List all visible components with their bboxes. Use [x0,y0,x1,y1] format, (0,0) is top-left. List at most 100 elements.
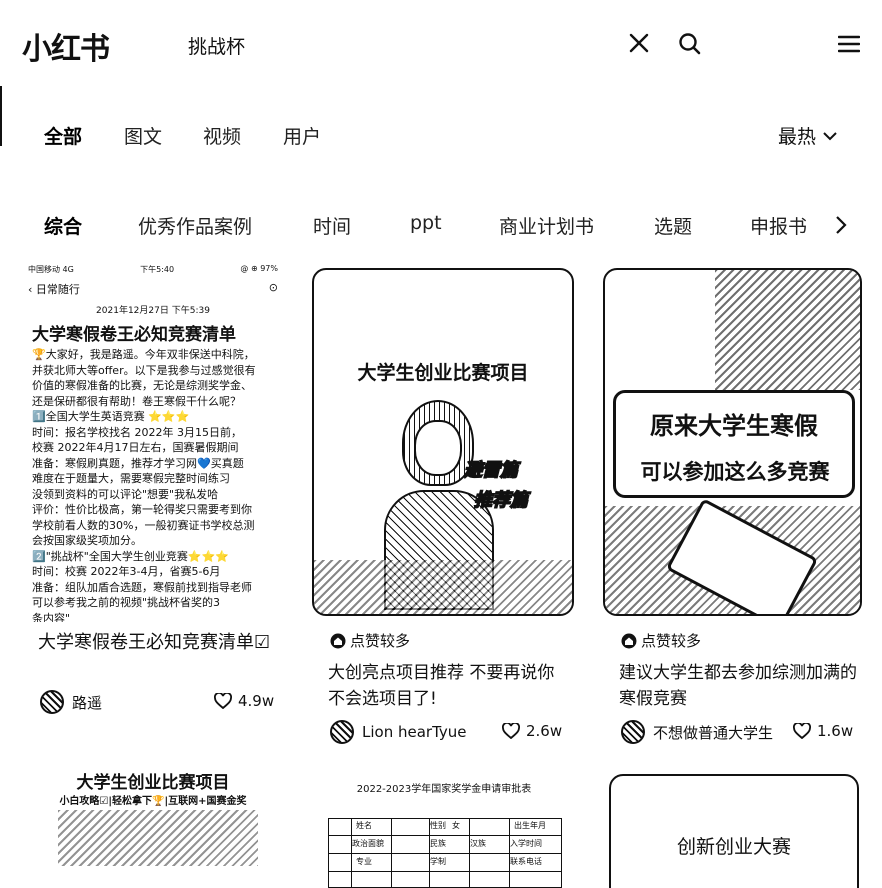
carrier-text: 中国移动 4G [28,265,74,274]
note-date: 2021年12月27日 下午5:39 [96,306,210,316]
note-cover-image[interactable]: 2022-2023学年国家奖学金申请审批表 姓名 性别 女 出生年月 政治面貌 … [318,776,570,888]
note-author[interactable]: Lion hearTyue [330,720,467,744]
like-button[interactable]: 4.9w [214,692,274,710]
note-card[interactable]: 中国移动 4G 下午5:40 @ ⊕ 97% ‹ 日常随行 ⊙ 2021年12月… [22,264,284,724]
note-card[interactable]: 大学生创业比赛项目 避雷篇 推荐篇 点赞较多 大创亮点项目推荐 不要再说你不会选… [312,268,574,748]
chevron-down-icon [823,131,837,140]
note-title[interactable]: 大创亮点项目推荐 不要再说你不会选项目了! [328,660,568,712]
more-icon: ⊙ [268,281,278,294]
cover-title: 大学生创业比赛项目 [76,773,230,793]
heart-icon [214,693,232,709]
sort-dropdown[interactable]: 最热 [778,122,838,149]
cover-body: 🏆大家好，我是路遥。今年双非保送中科院， 并获北师大等offer。以下是我参与过… [22,345,284,622]
form-cell: 姓名 [356,821,372,830]
like-button[interactable]: 2.6w [502,722,562,740]
like-count: 4.9w [238,692,275,710]
app-logo[interactable]: 小红书 [22,24,110,68]
topic-application[interactable]: 申报书 [750,212,807,239]
form-cell: 女 [452,821,460,830]
phone-nav-bar: ‹ 日常随行 ⊙ [22,275,284,297]
topic-business-plan[interactable]: 商业计划书 [499,212,594,239]
author-name: 路遥 [72,693,103,712]
sticker-avoid: 避雷篇 [463,459,519,482]
topic-ppt[interactable]: ppt [410,212,442,234]
form-cell: 联系电话 [510,857,542,866]
note-author[interactable]: 不想做普通大学生 [621,720,773,744]
cover-line: 校赛 2022年4月17日左右，国赛暑假期间 [32,441,239,454]
topic-time[interactable]: 时间 [313,212,351,239]
topic-topic-selection[interactable]: 选题 [654,212,692,239]
poster-line-1: 原来大学生寒假 [650,412,818,440]
form-cell: 入学时间 [510,839,542,848]
cover-line: 🏆大家好，我是路遥。今年双非保送中科院， [32,348,255,361]
like-button[interactable]: 1.6w [793,722,853,740]
hot-badge: 点赞较多 [330,630,410,651]
author-name: Lion hearTyue [362,723,467,741]
note-author[interactable]: 路遥 [40,690,102,714]
top-bar: 小红书 挑战杯 [0,0,882,90]
search-input[interactable]: 挑战杯 [188,32,245,59]
heart-icon [793,723,811,739]
note-card[interactable]: 2022-2023学年国家奖学金申请审批表 姓名 性别 女 出生年月 政治面貌 … [318,776,580,888]
sort-label: 最热 [778,126,817,148]
cover-line: 条内容" [32,611,71,623]
cover-line: 时间：校赛 2022年3-4月，省赛5-6月 [32,565,221,578]
chevron-right-icon[interactable] [830,214,852,236]
heart-icon [502,723,520,739]
note-card[interactable]: 大学生创业比赛项目 小白攻略☑|轻松拿下🏆|互联网+国赛金奖 [22,766,284,888]
form-cell: 性别 [430,821,446,830]
home-icon [330,633,346,648]
cover-line: 评价：性价比极高，第一轮得奖只需要考到你 [32,503,252,516]
cover-line: 1️⃣全国大学生英语竞赛 ⭐⭐⭐ [32,410,190,423]
form-cell: 民族 [430,839,446,848]
form-cell: 专业 [356,857,372,866]
topic-general[interactable]: 综合 [44,212,82,239]
tab-all[interactable]: 全部 [44,122,82,149]
hot-badge: 点赞较多 [621,630,701,651]
back-label-text: 日常随行 [35,283,80,296]
cover-line: 学校前看人数的30%，一般初赛证书学校总测 [32,518,255,532]
cover-title: 大学寒假卷王必知竞赛清单 [32,325,236,345]
poster-line-2: 可以参加这么多竞赛 [640,460,830,484]
form-cell: 汉族 [470,839,486,848]
form-cell: 出生年月 [514,821,546,830]
author-name: 不想做普通大学生 [653,723,774,742]
hot-label: 点赞较多 [641,632,702,650]
laptop-illustration [715,270,860,390]
clock-text: 下午5:40 [140,265,175,274]
cover-line: 可以参考我之前的视频"挑战杯省奖的3 [32,596,221,609]
tab-users[interactable]: 用户 [283,122,321,149]
home-icon [621,633,637,648]
topic-excellent-cases[interactable]: 优秀作品案例 [138,212,252,239]
note-card[interactable]: 原来大学生寒假 可以参加这么多竞赛 点赞较多 建议大学生都去参加综测加满的寒假竞… [603,268,865,748]
note-card[interactable]: 创新创业大赛 [609,774,871,888]
menu-icon[interactable] [838,34,860,54]
cover-line: 难度在于题量大，需要寒假完整时间练习 [32,472,230,485]
close-icon[interactable] [628,32,650,54]
like-count: 2.6w [526,722,563,740]
note-cover-image[interactable]: 原来大学生寒假 可以参加这么多竞赛 [603,268,862,616]
cover-title: 创新创业大赛 [676,836,791,858]
note-cover-image[interactable]: 大学生创业比赛项目 小白攻略☑|轻松拿下🏆|互联网+国赛金奖 [22,766,284,888]
cover-line: 准备：组队加盾合选题，寒假前找到指导老师 [32,580,252,594]
note-cover-image[interactable]: 创新创业大赛 [609,774,859,888]
cover-line: 价值的寒假准备的比赛，无论是综测奖学金、 [32,379,252,392]
note-cover-image[interactable]: 中国移动 4G 下午5:40 @ ⊕ 97% ‹ 日常随行 ⊙ 2021年12月… [22,264,284,622]
back-label: ‹ 日常随行 [28,283,80,296]
cover-line: 没领到资料的可以评论"想要"我私发哈 [32,487,219,501]
form-cell: 学制 [430,857,446,866]
poster-title: 大学生创业比赛项目 [357,362,529,384]
phone-status-bar: 中国移动 4G 下午5:40 @ ⊕ 97% [22,264,284,275]
battery-text: @ ⊕ 97% [240,264,278,273]
topic-filter-bar: 综合 优秀作品案例 时间 ppt 商业计划书 选题 申报书 [0,200,882,248]
note-cover-image[interactable]: 大学生创业比赛项目 避雷篇 推荐篇 [312,268,574,616]
note-title[interactable]: 建议大学生都去参加综测加满的寒假竞赛 [619,660,859,712]
search-icon[interactable] [678,32,702,56]
avatar [621,720,645,744]
tab-video[interactable]: 视频 [203,122,241,149]
type-tabs: 全部 图文 视频 用户 最热 [0,110,882,160]
tab-notes[interactable]: 图文 [124,122,162,149]
note-title[interactable]: 大学寒假卷王必知竞赛清单☑ [38,630,278,656]
cover-line: 会按国家级奖项加分。 [32,534,142,547]
sticker-recommend: 推荐篇 [473,489,529,512]
